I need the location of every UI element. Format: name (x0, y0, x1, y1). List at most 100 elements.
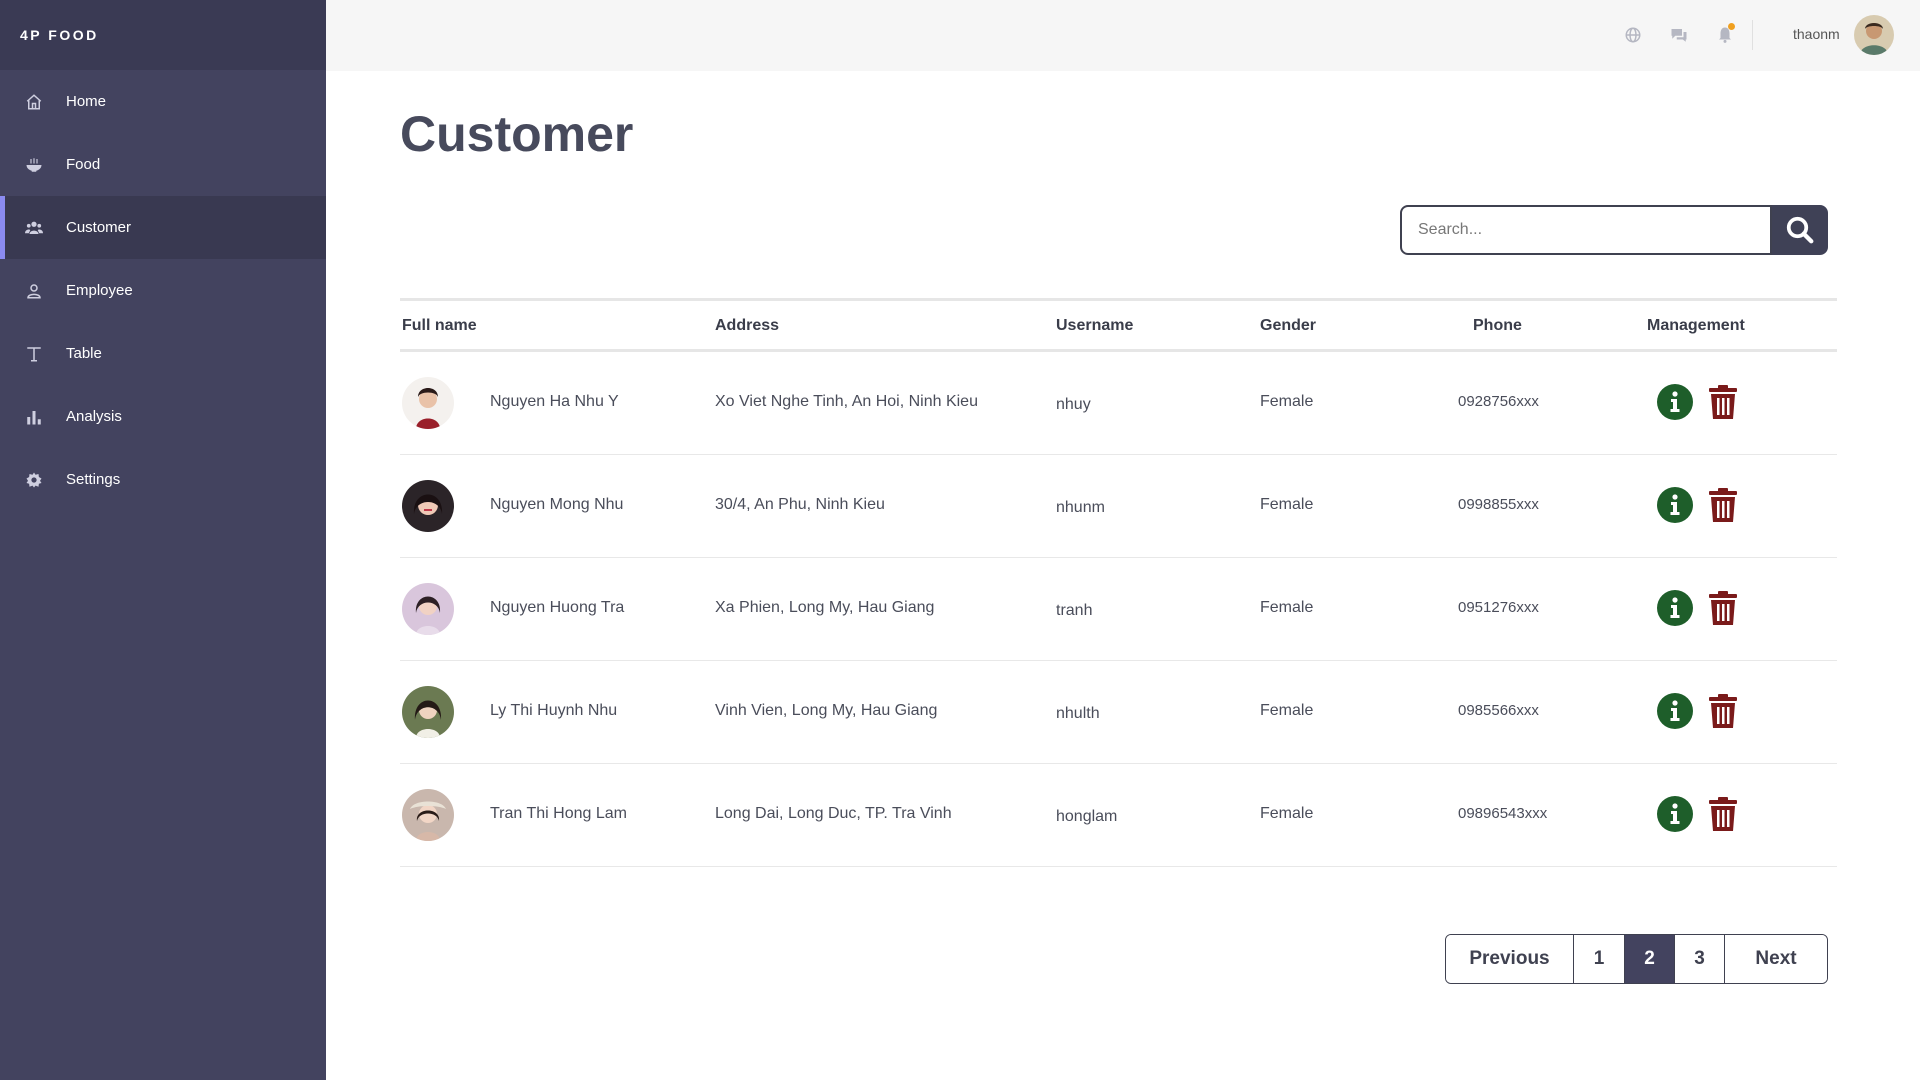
sidebar-nav: Home Food Customer Employee Table Analys… (0, 70, 326, 511)
table-row: Ly Thi Huynh Nhu Vinh Vien, Long My, Hau… (400, 661, 1837, 764)
bar-chart-icon (24, 407, 44, 427)
trash-icon (1709, 385, 1737, 419)
sidebar-item-label: Employee (66, 282, 133, 299)
cell-username: nhunm (1056, 499, 1105, 516)
cell-address: Xo Viet Nghe Tinh, An Hoi, Ninh Kieu (715, 393, 978, 410)
delete-button[interactable] (1708, 693, 1738, 729)
previous-button[interactable]: Previous (1446, 935, 1574, 983)
info-icon (1657, 384, 1693, 420)
chat-icon[interactable] (1668, 24, 1690, 46)
bowl-icon (24, 155, 44, 175)
info-icon (1657, 487, 1693, 523)
cell-full-name: Nguyen Huong Tra (490, 599, 625, 616)
sidebar-item-label: Settings (66, 471, 121, 488)
info-icon (1657, 693, 1693, 729)
trash-icon (1709, 591, 1737, 625)
trash-icon (1709, 694, 1737, 728)
customer-table: Full name Address Username Gender Phone … (400, 298, 1837, 867)
sidebar-item-customer[interactable]: Customer (0, 196, 326, 259)
table-icon (24, 344, 44, 364)
header-gender[interactable]: Gender (1260, 317, 1316, 335)
page-3-button[interactable]: 3 (1675, 935, 1725, 983)
cell-full-name: Nguyen Mong Nhu (490, 496, 624, 513)
bell-icon[interactable] (1714, 23, 1736, 46)
header-full-name[interactable]: Full name (402, 317, 477, 335)
table-row: Nguyen Mong Nhu 30/4, An Phu, Ninh Kieu … (400, 455, 1837, 558)
cell-full-name: Tran Thi Hong Lam (490, 805, 627, 822)
home-icon (24, 92, 44, 112)
cell-phone: 0998855xxx (1458, 496, 1539, 513)
gear-icon (24, 470, 44, 490)
search-bar (1400, 205, 1828, 255)
info-icon (1657, 590, 1693, 626)
sidebar-item-settings[interactable]: Settings (0, 448, 326, 511)
globe-icon[interactable] (1622, 24, 1644, 46)
info-button[interactable] (1657, 384, 1693, 420)
trash-icon (1709, 797, 1737, 831)
sidebar-item-label: Food (66, 156, 101, 173)
sidebar-item-home[interactable]: Home (0, 70, 326, 133)
table-row: Nguyen Ha Nhu Y Xo Viet Nghe Tinh, An Ho… (400, 352, 1837, 455)
info-button[interactable] (1657, 487, 1693, 523)
cell-address: Long Dai, Long Duc, TP. Tra Vinh (715, 805, 952, 822)
cell-phone: 0951276xxx (1458, 599, 1539, 616)
search-input[interactable] (1400, 205, 1772, 255)
sidebar-item-label: Customer (66, 219, 132, 236)
avatar (402, 480, 454, 532)
sidebar-item-table[interactable]: Table (0, 322, 326, 385)
table-row: Nguyen Huong Tra Xa Phien, Long My, Hau … (400, 558, 1837, 661)
delete-button[interactable] (1708, 796, 1738, 832)
cell-phone: 0985566xxx (1458, 702, 1539, 719)
cell-username: nhulth (1056, 705, 1100, 722)
cell-address: Vinh Vien, Long My, Hau Giang (715, 702, 938, 719)
cell-username: honglam (1056, 808, 1118, 825)
avatar (402, 583, 454, 635)
cell-full-name: Nguyen Ha Nhu Y (490, 393, 619, 410)
info-icon (1657, 796, 1693, 832)
topbar-divider (1752, 20, 1753, 50)
cell-gender: Female (1260, 496, 1314, 513)
sidebar-item-employee[interactable]: Employee (0, 259, 326, 322)
brand-logo[interactable]: 4P FOOD (0, 0, 326, 70)
header-address[interactable]: Address (715, 317, 779, 335)
cell-gender: Female (1260, 702, 1314, 719)
avatar (402, 377, 454, 429)
avatar[interactable] (1854, 15, 1894, 55)
cell-gender: Female (1260, 393, 1314, 410)
cell-address: 30/4, An Phu, Ninh Kieu (715, 496, 885, 513)
next-button[interactable]: Next (1725, 935, 1827, 983)
topbar: thaonm (326, 0, 1920, 71)
info-button[interactable] (1657, 796, 1693, 832)
sidebar-item-analysis[interactable]: Analysis (0, 385, 326, 448)
header-username[interactable]: Username (1056, 317, 1133, 335)
username[interactable]: thaonm (1793, 26, 1840, 42)
search-icon (1786, 216, 1814, 244)
cell-full-name: Ly Thi Huynh Nhu (490, 702, 618, 719)
delete-button[interactable] (1708, 384, 1738, 420)
page-2-button[interactable]: 2 (1625, 935, 1675, 983)
cell-gender: Female (1260, 805, 1314, 822)
delete-button[interactable] (1708, 590, 1738, 626)
info-button[interactable] (1657, 693, 1693, 729)
table-row: Tran Thi Hong Lam Long Dai, Long Duc, TP… (400, 764, 1837, 867)
cell-username: tranh (1056, 602, 1093, 619)
avatar (402, 789, 454, 841)
sidebar-item-label: Analysis (66, 408, 122, 425)
sidebar-item-label: Home (66, 93, 107, 110)
cell-phone: 0928756xxx (1458, 393, 1539, 410)
user-icon (24, 281, 44, 301)
page-title: Customer (400, 106, 634, 162)
pagination: Previous 1 2 3 Next (1445, 934, 1828, 984)
search-button[interactable] (1772, 205, 1828, 255)
sidebar: 4P FOOD Home Food Customer Employee Tabl… (0, 0, 326, 1080)
header-management: Management (1647, 317, 1745, 334)
info-button[interactable] (1657, 590, 1693, 626)
trash-icon (1709, 488, 1737, 522)
sidebar-item-label: Table (66, 345, 102, 362)
header-phone[interactable]: Phone (1473, 317, 1522, 335)
page-1-button[interactable]: 1 (1574, 935, 1625, 983)
cell-address: Xa Phien, Long My, Hau Giang (715, 599, 935, 616)
table-header: Full name Address Username Gender Phone … (400, 298, 1837, 352)
delete-button[interactable] (1708, 487, 1738, 523)
sidebar-item-food[interactable]: Food (0, 133, 326, 196)
